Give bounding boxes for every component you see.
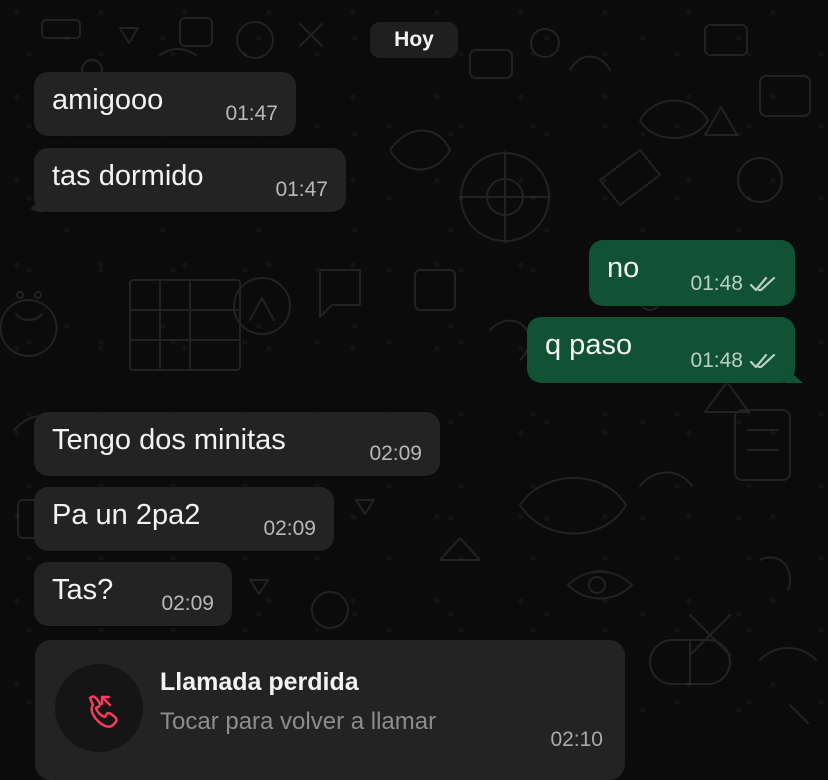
message-timestamp: 02:09 [369, 442, 422, 466]
message-time: 01:48 [690, 349, 743, 372]
message-status: 01:48 [690, 272, 777, 296]
missed-call-icon-container [55, 664, 143, 752]
message-text: Pa un 2pa2 [52, 499, 201, 531]
outgoing-message-bubble[interactable]: no 01:48 [589, 240, 795, 306]
message-time: 02:09 [161, 592, 214, 615]
date-separator-today: Hoy [370, 22, 458, 58]
incoming-message-bubble[interactable]: Tas? 02:09 [34, 562, 232, 626]
missed-call-icon [88, 695, 118, 728]
message-status: 01:48 [690, 349, 777, 373]
message-time: 01:47 [275, 178, 328, 201]
message-text: tas dormido [52, 160, 204, 192]
incoming-message-bubble[interactable]: amigooo 01:47 [34, 72, 296, 136]
double-check-icon [749, 353, 776, 369]
missed-call-title: Llamada perdida [160, 668, 359, 696]
message-text: Tengo dos minitas [52, 424, 286, 456]
missed-call-card[interactable]: Llamada perdida Tocar para volver a llam… [35, 640, 625, 780]
message-time: 02:09 [263, 517, 316, 540]
missed-call-time: 02:10 [550, 728, 603, 751]
message-time: 01:47 [225, 102, 278, 125]
message-timestamp: 01:47 [275, 178, 328, 202]
message-timestamp: 02:09 [161, 592, 214, 616]
message-text: q paso [545, 329, 633, 361]
missed-call-subtitle: Tocar para volver a llamar [160, 708, 437, 735]
incoming-message-bubble[interactable]: Pa un 2pa2 02:09 [34, 487, 334, 551]
message-text: no [607, 252, 640, 284]
message-time: 01:48 [690, 272, 743, 295]
incoming-message-bubble[interactable]: Tengo dos minitas 02:09 [34, 412, 440, 476]
message-timestamp: 02:09 [263, 517, 316, 541]
double-check-icon [749, 276, 776, 292]
message-text: amigooo [52, 84, 164, 116]
incoming-message-bubble[interactable]: tas dormido 01:47 [34, 148, 346, 212]
outgoing-message-bubble[interactable]: q paso 01:48 [527, 317, 795, 383]
message-text: Tas? [52, 574, 114, 606]
message-time: 02:09 [369, 442, 422, 465]
message-timestamp: 01:47 [225, 102, 278, 126]
